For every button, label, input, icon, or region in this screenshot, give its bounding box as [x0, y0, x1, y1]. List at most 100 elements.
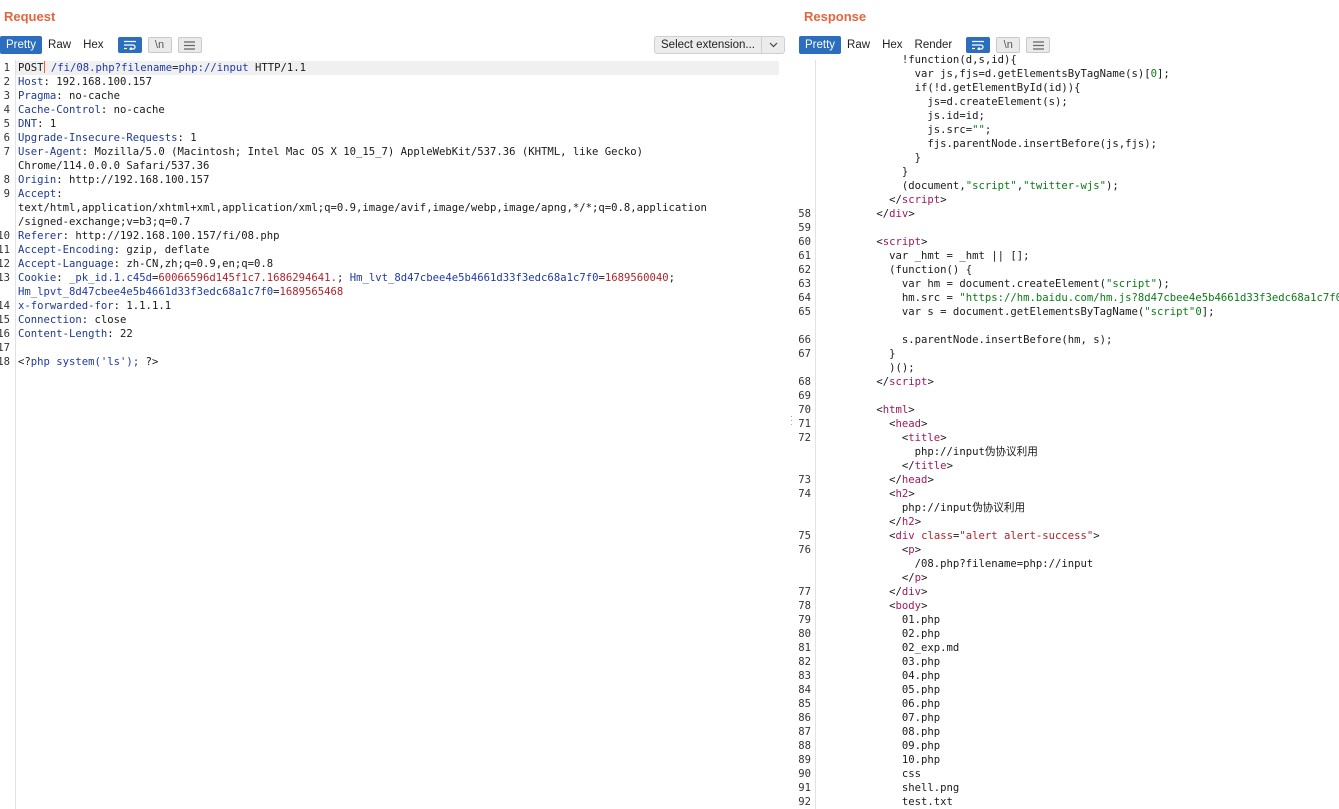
code-token: } — [819, 166, 909, 178]
line-number: 89 — [798, 754, 811, 766]
response-tab-pretty[interactable]: Pretty — [799, 36, 842, 54]
response-title: Response — [804, 9, 867, 24]
code-line: Content-Length: 22 — [18, 327, 133, 341]
line-number: 69 — [798, 390, 811, 402]
code-line: User-Agent: Mozilla/5.0 (Macintosh; Inte… — [18, 145, 643, 159]
code-token: > — [914, 516, 922, 528]
code-token: POST — [18, 62, 44, 74]
code-token: php://input — [178, 62, 249, 74]
code-line: } — [819, 347, 895, 361]
code-line: fjs.parentNode.insertBefore(js,fjs); — [819, 137, 1157, 151]
code-token: < — [819, 432, 909, 444]
code-token: User-Agent — [18, 146, 82, 158]
code-token: 02_exp.md — [819, 642, 960, 654]
code-line: text/html,application/xhtml+xml,applicat… — [18, 201, 707, 215]
line-number: 5 — [3, 118, 10, 130]
code-line: 02_exp.md — [819, 641, 959, 655]
code-line: js.id=id; — [819, 109, 985, 123]
code-line: 05.php — [819, 683, 940, 697]
code-line: 07.php — [819, 711, 940, 725]
code-token: Cache-Control — [18, 104, 101, 116]
code-token: > — [927, 376, 934, 388]
request-wrap-lines-button[interactable] — [117, 37, 142, 53]
code-line: 04.php — [819, 669, 940, 683]
response-tab-render[interactable]: Render — [909, 36, 959, 54]
line-number: 63 — [798, 278, 811, 290]
code-line: )(); — [819, 361, 915, 375]
code-line: js.src=""; — [819, 123, 991, 137]
code-token: shell.png — [819, 782, 960, 794]
code-token: 07.php — [819, 712, 941, 724]
code-token: /fi/08.php? — [44, 62, 122, 74]
code-token: Accept — [18, 188, 57, 200]
line-number: 67 — [798, 348, 811, 360]
code-token: test.txt — [819, 796, 953, 808]
code-line: <head> — [819, 417, 927, 431]
code-token: script — [889, 376, 928, 388]
code-line: shell.png — [819, 781, 959, 795]
line-number: 9 — [3, 188, 10, 200]
newline-icon: \n — [1003, 39, 1013, 51]
line-number: 4 — [3, 104, 10, 116]
code-token: : 192.168.100.157 — [43, 76, 152, 88]
code-line: 03.php — [819, 655, 940, 669]
code-line: <p> — [819, 543, 921, 557]
code-token: > — [940, 194, 947, 206]
code-line: s.parentNode.insertBefore(hm, s); — [819, 333, 1112, 347]
code-token: 06.php — [819, 698, 941, 710]
response-tab-hex[interactable]: Hex — [876, 36, 908, 54]
code-token: Content-Length — [18, 328, 108, 340]
code-token: </ — [819, 516, 902, 528]
request-tab-hex[interactable]: Hex — [77, 36, 109, 54]
code-token: text/html,application/xhtml+xml,applicat… — [18, 202, 707, 214]
code-line: /08.php?filename=php://input — [819, 557, 1094, 571]
response-tab-raw[interactable]: Raw — [841, 36, 876, 54]
code-token: var hm = document.createElement( — [819, 278, 1107, 290]
line-number: 90 — [798, 768, 811, 780]
pane-splitter[interactable] — [788, 0, 796, 809]
code-token: > — [927, 474, 934, 486]
code-token: > — [921, 418, 928, 430]
code-token: fjs.parentNode.insertBefore(js,fjs); — [819, 138, 1158, 150]
code-line: Origin: http://192.168.100.157 — [18, 173, 209, 187]
response-editor[interactable]: !function(d,s,id){ var js,fjs=d.getEleme… — [797, 54, 1339, 809]
select-extension-dropdown[interactable]: Select extension... — [654, 36, 785, 54]
code-token: ; — [984, 124, 992, 136]
select-extension-label: Select extension... — [661, 39, 755, 51]
code-token: head — [901, 474, 928, 486]
request-editor[interactable]: 1 POST /fi/08.php?filename=php://input HT… — [0, 60, 787, 809]
response-wrap-lines-button[interactable] — [966, 37, 991, 53]
code-token: if(!d.getElementById(id)){ — [819, 82, 1081, 94]
request-newline-toggle-button[interactable]: \n — [147, 37, 172, 53]
code-token: css — [819, 768, 922, 780]
code-token: : http://192.168.100.157 — [56, 174, 210, 186]
response-newline-toggle-button[interactable]: \n — [996, 37, 1021, 53]
line-number: 10 — [0, 230, 10, 242]
code-token: < — [819, 530, 896, 542]
code-token: )(); — [819, 362, 915, 374]
code-token: div — [889, 208, 909, 220]
request-tab-raw[interactable]: Raw — [42, 36, 77, 54]
code-token: <? — [18, 356, 31, 368]
code-line: } — [819, 151, 921, 165]
code-line: js=d.createElement(s); — [819, 95, 1067, 109]
code-line: <div class="alert alert-success"> — [819, 529, 1100, 543]
code-token: js.id=id; — [819, 110, 985, 122]
code-line: test.txt — [819, 795, 953, 809]
code-token: < — [819, 488, 896, 500]
line-number: 87 — [798, 726, 811, 738]
splitter-handle-icon[interactable]: · · · — [790, 412, 794, 429]
response-menu-button[interactable] — [1026, 37, 1051, 53]
request-tab-pretty[interactable]: Pretty — [0, 36, 43, 54]
code-token: : — [56, 272, 70, 284]
code-line: Accept: — [18, 187, 63, 201]
code-line: Chrome/114.0.0.0 Safari/537.36 — [18, 159, 209, 173]
code-line: POST /fi/08.php?filename=php://input HTT… — [18, 61, 306, 75]
line-number: 59 — [798, 222, 811, 234]
code-line: Cache-Control: no-cache — [18, 103, 165, 117]
code-token: < — [819, 404, 883, 416]
code-line: 10.php — [819, 753, 940, 767]
line-number: 65 — [798, 306, 811, 318]
request-menu-button[interactable] — [177, 37, 202, 53]
code-token: </ — [819, 194, 902, 206]
